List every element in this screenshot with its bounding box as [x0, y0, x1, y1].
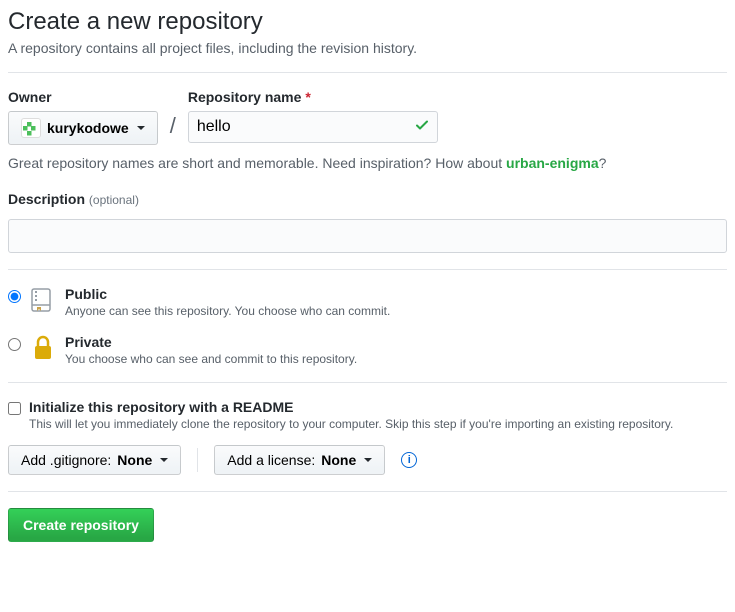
readme-sub: This will let you immediately clone the … [29, 417, 673, 431]
hint-text: Great repository names are short and mem… [8, 155, 727, 171]
divider-vertical [197, 448, 198, 472]
lock-icon [29, 334, 57, 362]
suggestion-link[interactable]: urban-enigma [506, 155, 599, 171]
owner-label: Owner [8, 89, 158, 105]
optional-text: (optional) [89, 193, 139, 207]
page-subtitle: A repository contains all project files,… [8, 40, 727, 56]
divider [8, 72, 727, 73]
chevron-down-icon [364, 458, 372, 462]
visibility-public-option[interactable]: Public Anyone can see this repository. Y… [8, 286, 727, 318]
description-label: Description [8, 191, 85, 207]
owner-value: kurykodowe [47, 120, 129, 136]
visibility-private-option[interactable]: Private You choose who can see and commi… [8, 334, 727, 366]
chevron-down-icon [160, 458, 168, 462]
check-icon [414, 118, 430, 137]
public-title: Public [65, 286, 390, 302]
separator-slash: / [166, 113, 180, 145]
readme-title: Initialize this repository with a README [29, 399, 673, 415]
repo-name-label: Repository name * [188, 89, 438, 105]
divider [8, 269, 727, 270]
public-radio[interactable] [8, 290, 21, 303]
repo-icon [29, 286, 57, 314]
description-input[interactable] [8, 219, 727, 253]
readme-checkbox[interactable] [8, 402, 21, 415]
create-repository-button[interactable]: Create repository [8, 508, 154, 542]
license-select[interactable]: Add a license: None [214, 445, 385, 475]
gitignore-select[interactable]: Add .gitignore: None [8, 445, 181, 475]
private-title: Private [65, 334, 357, 350]
avatar [21, 118, 41, 138]
divider [8, 382, 727, 383]
readme-option[interactable]: Initialize this repository with a README… [8, 399, 727, 431]
private-sub: You choose who can see and commit to thi… [65, 352, 357, 366]
owner-select[interactable]: kurykodowe [8, 111, 158, 145]
private-radio[interactable] [8, 338, 21, 351]
info-icon[interactable]: i [401, 452, 417, 468]
page-title: Create a new repository [8, 8, 727, 36]
repo-name-input[interactable] [188, 111, 438, 143]
chevron-down-icon [137, 126, 145, 130]
public-sub: Anyone can see this repository. You choo… [65, 304, 390, 318]
divider [8, 491, 727, 492]
